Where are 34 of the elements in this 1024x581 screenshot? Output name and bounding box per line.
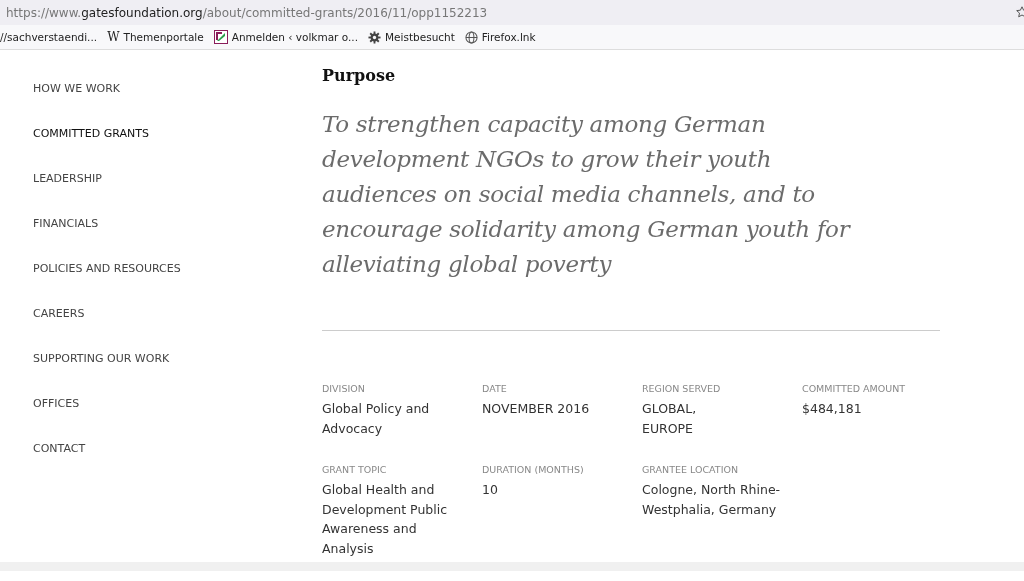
bookmark-link[interactable]: Anmelden ‹ volkmar o... bbox=[231, 31, 358, 43]
nav-link[interactable]: COMMITTED GRANTS bbox=[33, 126, 322, 142]
logo-icon bbox=[213, 30, 228, 44]
detail-label: GRANTEE LOCATION bbox=[642, 464, 740, 475]
globe-icon bbox=[464, 30, 478, 44]
nav-link[interactable]: CAREERS bbox=[33, 306, 322, 322]
nav-link[interactable]: OFFICES bbox=[33, 396, 322, 412]
detail-label: COMMITTED AMOUNT bbox=[802, 383, 907, 394]
detail-value: Global Policy and Advocacy bbox=[322, 400, 431, 438]
gear-icon bbox=[368, 30, 381, 44]
nav-link[interactable]: SUPPORTING OUR WORK bbox=[33, 351, 322, 367]
nav-link[interactable]: CONTACT bbox=[33, 441, 322, 457]
nav-link[interactable]: LEADERSHIP bbox=[33, 171, 322, 187]
detail-value: $484,181 bbox=[802, 400, 863, 418]
detail-label: REGION SERVED bbox=[642, 383, 722, 394]
detail-value: GLOBAL, EUROPE bbox=[642, 400, 698, 438]
detail-value: NOVEMBER 2016 bbox=[482, 400, 591, 418]
detail-value: Global Health and Development Public Awareness and Analysis bbox=[322, 481, 449, 558]
wikipedia-icon: W bbox=[107, 30, 120, 44]
bookmark-link[interactable]: //sachverstaendi... bbox=[0, 31, 98, 43]
detail-value: 10 bbox=[482, 481, 499, 499]
purpose-text: To strengthen capacity among German development NGOs to grow their youth audiences on social media channels, and to encourage solidarity among German youth for alleviating global poverty bbox=[322, 110, 852, 279]
nav-link[interactable]: HOW WE WORK bbox=[33, 81, 322, 97]
detail-label: DURATION (MONTHS) bbox=[482, 464, 585, 475]
nav-link[interactable]: FINANCIALS bbox=[33, 216, 322, 232]
section-heading: Purpose bbox=[322, 66, 397, 85]
detail-label: DATE bbox=[482, 383, 508, 394]
bookmark-link[interactable]: Themenportale bbox=[123, 31, 204, 43]
bookmark-link[interactable]: Firefox.lnk bbox=[481, 31, 536, 43]
nav-link[interactable]: POLICIES AND RESOURCES bbox=[33, 261, 322, 277]
detail-label: GRANT TOPIC bbox=[322, 464, 388, 475]
bookmark-link[interactable]: Meistbesucht bbox=[385, 31, 455, 43]
detail-value: Cologne, North Rhine-Westphalia, Germany bbox=[642, 481, 782, 519]
detail-label: DIVISION bbox=[322, 383, 366, 394]
